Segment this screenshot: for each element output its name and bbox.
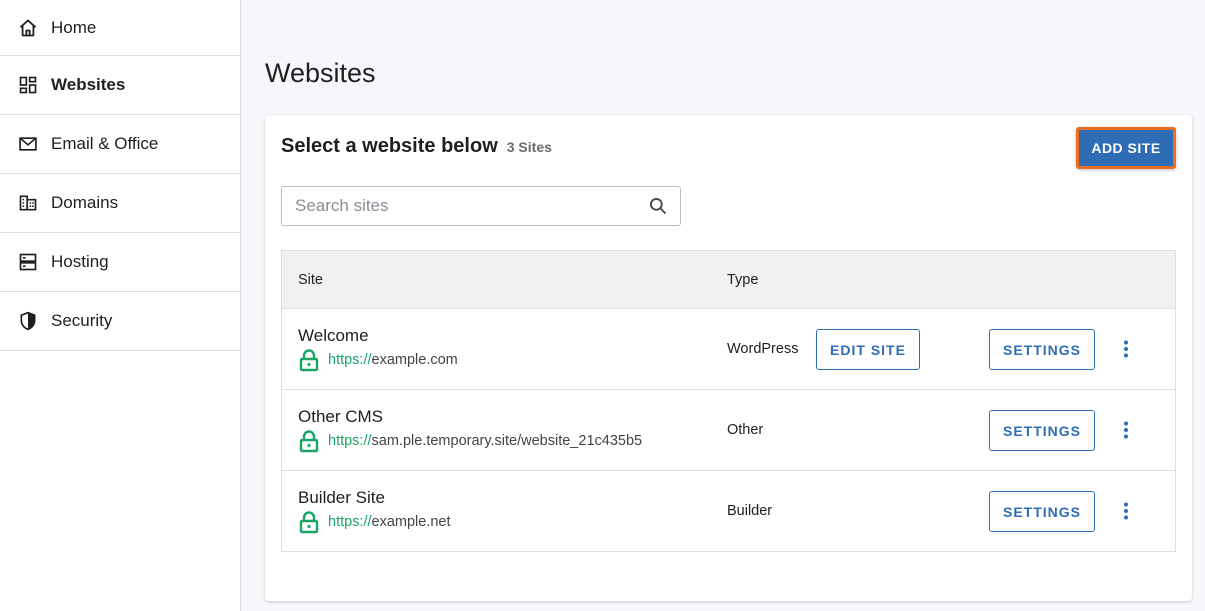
table-row: Welcome https://example.com WordPress ED… xyxy=(282,309,1175,390)
site-name: Builder Site xyxy=(298,488,385,507)
sidebar-item-domains[interactable]: Domains xyxy=(0,174,240,233)
url-host: example.com xyxy=(371,352,458,368)
card-header: Select a website below 3 Sites xyxy=(281,135,552,158)
building-icon xyxy=(17,192,39,214)
settings-button[interactable]: SETTINGS xyxy=(989,329,1095,370)
table-row: Builder Site https://example.net Builder… xyxy=(282,471,1175,552)
sidebar-item-label: Hosting xyxy=(51,252,109,271)
sidebar-item-home[interactable]: Home xyxy=(0,0,240,56)
site-type: WordPress xyxy=(727,341,799,357)
column-header-type: Type xyxy=(727,272,759,288)
sidebar-item-label: Security xyxy=(51,311,113,330)
site-name: Welcome xyxy=(298,326,369,345)
more-options-icon[interactable] xyxy=(1118,337,1134,361)
site-url[interactable]: https://example.com xyxy=(298,348,458,372)
page-title: Websites xyxy=(265,58,376,88)
main-content: Websites Select a website below 3 Sites … xyxy=(242,0,1205,611)
url-host: example.net xyxy=(371,514,451,530)
lock-icon xyxy=(299,349,319,372)
search-box xyxy=(281,186,681,226)
search-input[interactable] xyxy=(295,187,635,225)
sidebar-item-hosting[interactable]: Hosting xyxy=(0,233,240,292)
sidebar: Home Websites Email & Office Domains Hos… xyxy=(0,0,241,611)
site-type: Builder xyxy=(727,503,773,519)
table-row: Other CMS https://sam.ple.temporary.site… xyxy=(282,390,1175,471)
sidebar-item-websites[interactable]: Websites xyxy=(0,56,240,115)
lock-icon xyxy=(299,430,319,453)
sidebar-item-label: Email & Office xyxy=(51,134,159,153)
sidebar-item-label: Domains xyxy=(51,193,119,212)
column-header-site: Site xyxy=(298,272,323,288)
server-icon xyxy=(17,251,39,273)
add-site-button[interactable]: ADD SITE xyxy=(1076,127,1176,169)
sidebar-item-email-office[interactable]: Email & Office xyxy=(0,115,240,174)
home-icon xyxy=(17,17,39,39)
shield-icon xyxy=(17,310,39,332)
url-protocol: https:// xyxy=(328,352,372,368)
mail-icon xyxy=(17,133,39,155)
site-name: Other CMS xyxy=(298,407,384,426)
more-options-icon[interactable] xyxy=(1118,499,1134,523)
settings-button[interactable]: SETTINGS xyxy=(989,410,1095,451)
sidebar-item-label: Home xyxy=(51,17,97,37)
url-host: sam.ple.temporary.site/website_21c435b5 xyxy=(371,433,643,449)
table-header: Site Type xyxy=(282,251,1175,309)
site-count: 3 Sites xyxy=(506,139,552,155)
site-type: Other xyxy=(727,422,764,438)
websites-card: Select a website below 3 Sites ADD SITE … xyxy=(265,115,1192,601)
card-title: Select a website below xyxy=(281,135,498,157)
sidebar-item-security[interactable]: Security xyxy=(0,292,240,351)
site-url[interactable]: https://example.net xyxy=(298,510,451,534)
websites-icon xyxy=(17,74,39,96)
site-url[interactable]: https://sam.ple.temporary.site/website_2… xyxy=(298,429,642,453)
edit-site-button[interactable]: EDIT SITE xyxy=(816,329,920,370)
sidebar-item-label: Websites xyxy=(51,75,126,94)
search-icon[interactable] xyxy=(648,196,668,216)
more-options-icon[interactable] xyxy=(1118,418,1134,442)
url-protocol: https:// xyxy=(328,433,372,449)
sites-table: Site Type Welcome https://example.com Wo… xyxy=(281,250,1176,552)
settings-button[interactable]: SETTINGS xyxy=(989,491,1095,532)
lock-icon xyxy=(299,511,319,534)
url-protocol: https:// xyxy=(328,514,372,530)
